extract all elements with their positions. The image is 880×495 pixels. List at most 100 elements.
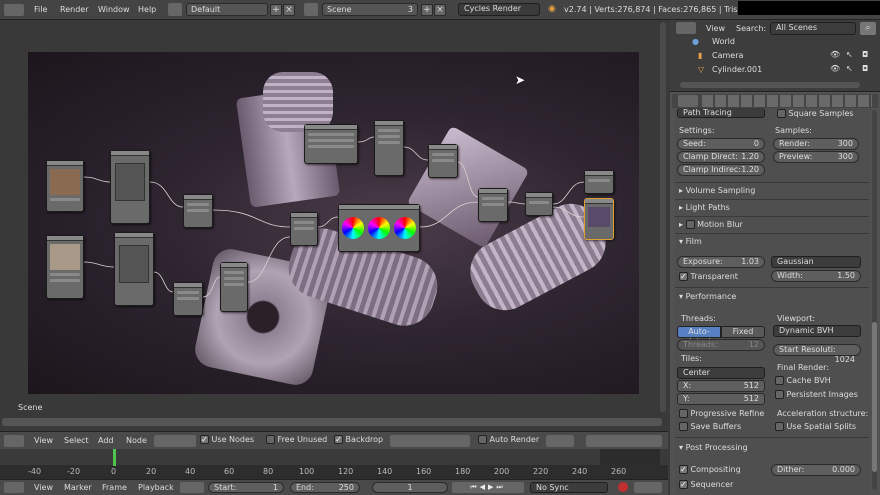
film-panel[interactable]: ▾ Film [679, 237, 702, 246]
outliner-item-camera[interactable]: Camera [712, 51, 743, 60]
editor-type-icon[interactable] [4, 482, 24, 493]
end-frame-field[interactable]: End: 250 [290, 482, 360, 493]
auto-render-label: Auto Render [489, 435, 540, 444]
menu-view[interactable]: View [706, 24, 725, 33]
threads-fixed-button[interactable]: Fixed [721, 326, 765, 338]
menu-node[interactable]: Node [126, 436, 147, 445]
context-tab-icons[interactable] [702, 95, 872, 107]
filter-type-select[interactable]: Gaussian [771, 256, 861, 268]
compositing-toggle[interactable]: Compositing [679, 465, 741, 474]
start-resolution-field[interactable]: Start Resoluti: 1024 [773, 344, 861, 364]
delete-layout-icon[interactable]: × [283, 4, 295, 16]
free-unused-toggle[interactable]: Free Unused [266, 435, 327, 444]
visibility-eye-icon[interactable]: 👁 [830, 50, 840, 59]
scene-field[interactable]: Scene 3 [322, 3, 418, 16]
transparent-toggle[interactable]: Transparent [679, 272, 738, 281]
menu-render[interactable]: Render [60, 5, 88, 14]
render-engine-select[interactable]: Cycles Render [458, 3, 540, 16]
tile-y-field[interactable]: Y: 512 [677, 393, 765, 405]
menu-file[interactable]: File [34, 5, 47, 14]
save-buffers-toggle[interactable]: Save Buffers [679, 422, 741, 431]
node-editor-hscroll[interactable] [2, 418, 662, 426]
editor-type-icon[interactable] [4, 435, 24, 447]
snap-icons[interactable] [546, 435, 574, 447]
seed-label: Seed: [683, 139, 706, 148]
auto-render-toggle[interactable]: Auto Render [478, 435, 539, 444]
square-samples-label: Square Samples [788, 109, 854, 118]
start-frame-field[interactable]: Start: 1 [208, 482, 284, 493]
delete-scene-icon[interactable]: × [434, 4, 446, 16]
cache-bvh-toggle[interactable]: Cache BVH [775, 376, 831, 385]
performance-panel[interactable]: ▾ Performance [679, 292, 736, 301]
outliner-hscroll[interactable] [680, 82, 860, 88]
menu-frame[interactable]: Frame [102, 483, 127, 492]
sequencer-toggle[interactable]: Sequencer [679, 480, 733, 489]
motion-blur-panel[interactable]: ▸ Motion Blur [679, 220, 743, 229]
menu-view[interactable]: View [34, 436, 53, 445]
menu-marker[interactable]: Marker [64, 483, 92, 492]
menu-select[interactable]: Select [64, 436, 89, 445]
seed-field[interactable]: Seed: 0 [677, 138, 765, 150]
outliner-filter-select[interactable]: All Scenes [770, 22, 856, 35]
clamp-indirect-field[interactable]: Clamp Indirec: 1.20 [677, 164, 765, 176]
sequencer-label: Sequencer [690, 480, 734, 489]
editor-type-icon[interactable] [678, 95, 698, 107]
timeline[interactable]: -40 -20 0 20 40 60 80 100 120 140 160 18… [0, 449, 668, 479]
editor-type-icon[interactable] [676, 22, 696, 34]
current-frame-marker[interactable] [113, 449, 116, 466]
keying-icons[interactable] [634, 482, 662, 493]
backdrop-toggle[interactable]: Backdrop [334, 435, 383, 444]
threads-auto-detect-button[interactable]: Auto-detect [677, 326, 721, 346]
visibility-eye-icon[interactable]: 👁 [830, 64, 840, 73]
light-paths-panel[interactable]: ▸ Light Paths [679, 203, 730, 212]
render-samples-field[interactable]: Render: 300 [773, 138, 859, 150]
select-arrow-icon[interactable]: ↖ [846, 64, 853, 73]
playback-controls[interactable]: ⏮◀▶⏭ [452, 482, 524, 493]
preview-samples-field[interactable]: Preview: 300 [773, 151, 859, 163]
dither-field[interactable]: Dither: 0.000 [771, 464, 861, 476]
layout-field[interactable]: Default [186, 3, 268, 16]
tile-x-field[interactable]: X: 512 [677, 380, 765, 392]
threads-field[interactable]: Threads: 12 [677, 339, 765, 351]
end-frame-label: End: [296, 483, 314, 492]
volume-sampling-panel[interactable]: ▸ Volume Sampling [679, 186, 755, 195]
exposure-field[interactable]: Exposure: 1.03 [677, 256, 765, 268]
filter-width-field[interactable]: Width: 1.50 [771, 270, 861, 282]
outliner[interactable]: View Search: All Scenes ⌕ ● World ▮ Came… [670, 20, 880, 92]
menu-window[interactable]: Window [98, 5, 130, 14]
add-layout-icon[interactable]: + [270, 4, 282, 16]
render-layer-icons[interactable] [586, 435, 662, 447]
properties-scrollbar-thumb[interactable] [872, 322, 877, 472]
current-frame-field[interactable]: 1 [372, 482, 448, 493]
tile-order-select[interactable]: Center [677, 367, 765, 379]
clamp-direct-field[interactable]: Clamp Direct: 1.20 [677, 151, 765, 163]
use-nodes-toggle[interactable]: Use Nodes [200, 435, 254, 444]
node-tree-type-icons[interactable] [154, 435, 196, 447]
sync-select[interactable]: No Sync [530, 482, 608, 493]
scene-icon[interactable] [304, 3, 318, 16]
menu-playback[interactable]: Playback [138, 483, 174, 492]
editor-type-icon[interactable] [4, 4, 24, 16]
spatial-splits-toggle[interactable]: Use Spatial Splits [775, 422, 856, 431]
outliner-item-world[interactable]: World [712, 37, 735, 46]
node-editor-scrollbar[interactable] [660, 22, 666, 412]
search-icon[interactable]: ⌕ [860, 22, 876, 35]
render-camera-icon[interactable]: ◘ [862, 50, 868, 59]
layout-icon[interactable] [168, 3, 182, 16]
square-samples-toggle[interactable]: Square Samples [777, 109, 853, 118]
persistent-images-toggle[interactable]: Persistent Images [775, 390, 858, 399]
outliner-item-cylinder[interactable]: Cylinder.001 [712, 65, 762, 74]
progressive-refine-toggle[interactable]: Progressive Refine [679, 409, 764, 418]
post-processing-panel[interactable]: ▾ Post Processing [679, 443, 748, 452]
sampling-mode-select[interactable]: Path Tracing [677, 108, 765, 118]
menu-add[interactable]: Add [98, 436, 114, 445]
viewport-bvh-select[interactable]: Dynamic BVH [773, 325, 861, 337]
record-icon[interactable] [618, 482, 628, 492]
select-arrow-icon[interactable]: ↖ [846, 50, 853, 59]
backdrop-channel-icons[interactable] [390, 435, 470, 447]
menu-view[interactable]: View [34, 483, 53, 492]
render-camera-icon[interactable]: ◘ [862, 64, 868, 73]
preview-range-icons[interactable] [180, 482, 204, 493]
menu-help[interactable]: Help [138, 5, 156, 14]
add-scene-icon[interactable]: + [421, 4, 433, 16]
